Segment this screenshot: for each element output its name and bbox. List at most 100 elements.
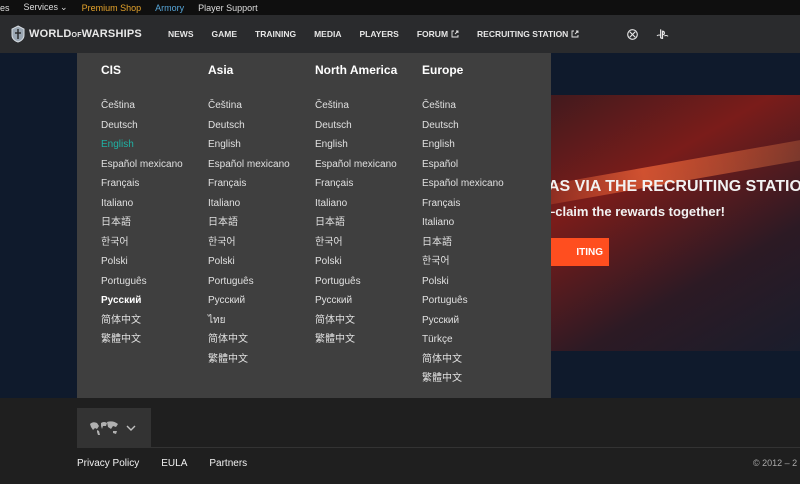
language-option[interactable]: 简体中文 [101,311,208,331]
language-option[interactable]: 简体中文 [208,330,315,350]
region-column-north-america: North America Čeština Deutsch English Españo… [315,62,422,350]
language-option[interactable]: English [208,135,315,155]
player-support-link[interactable]: Player Support [198,3,258,13]
language-option[interactable]: 日本語 [422,233,529,253]
region-heading: North America [315,63,398,77]
language-option[interactable]: Português [422,291,529,311]
region-heading: Asia [208,63,234,77]
language-region-dropdown: CIS Čeština Deutsch English Español mexicano… [77,53,551,408]
language-option[interactable]: Čeština [422,96,529,116]
world-map-icon [90,420,118,435]
language-option[interactable]: Français [315,174,422,194]
region-column-cis: CIS Čeština Deutsch English Español mexicano… [101,62,208,350]
language-option[interactable]: 繁體中文 [422,369,529,389]
language-option[interactable]: Deutsch [208,116,315,136]
games-menu[interactable]: es [0,3,10,13]
nav-item-label: TRAINING [255,29,297,39]
language-option[interactable]: Français [208,174,315,194]
language-option[interactable]: Português [315,272,422,292]
language-option[interactable]: Polski [422,272,529,292]
language-option[interactable]: Čeština [208,96,315,116]
language-option[interactable]: 한국어 [208,233,315,253]
language-option[interactable]: Deutsch [101,116,208,136]
chevron-down-icon: ⌄ [60,2,68,12]
language-option[interactable]: Español [422,155,529,175]
xbox-icon[interactable] [627,28,639,40]
language-option[interactable]: 简体中文 [315,311,422,331]
region-heading: Europe [422,63,464,77]
language-option[interactable]: Português [208,272,315,292]
language-option[interactable]: ไทย [208,311,315,331]
footer-link-privacy-policy[interactable]: Privacy Policy [77,458,139,469]
language-option[interactable]: Русский [101,291,208,311]
recruiting-button[interactable]: ITING [548,238,609,266]
language-option[interactable]: Türkçe [422,330,529,350]
language-option[interactable]: Italiano [422,213,529,233]
language-option[interactable]: Polski [208,252,315,272]
nav-item-forum[interactable]: FORUM [417,29,459,39]
language-option[interactable]: Português [101,272,208,292]
language-option[interactable]: Español mexicano [208,155,315,175]
nav-item-recruiting-station[interactable]: RECRUITING STATION [477,29,579,39]
nav-item-players[interactable]: PLAYERS [359,29,398,39]
language-option[interactable]: Čeština [101,96,208,116]
copyright: © 2012 – 2 [753,458,798,468]
nav-item-news[interactable]: NEWS [168,29,194,39]
footer-link-partners[interactable]: Partners [209,458,247,469]
language-option[interactable]: 한국어 [315,233,422,253]
language-option[interactable]: Русский [208,291,315,311]
language-option[interactable]: Español mexicano [315,155,422,175]
language-option[interactable]: 日本語 [101,213,208,233]
language-option[interactable]: 한국어 [422,252,529,272]
language-option[interactable]: Español mexicano [422,174,529,194]
logo-text: WORLDOFWARSHIPS [29,28,142,40]
nav-item-label: PLAYERS [359,29,399,39]
language-option[interactable]: Русский [315,291,422,311]
language-option[interactable]: Polski [101,252,208,272]
nav-item-media[interactable]: MEDIA [314,29,341,39]
language-option[interactable]: Italiano [315,194,422,214]
nav-item-label: MEDIA [314,29,342,39]
footer-divider [77,447,800,448]
language-option[interactable]: Deutsch [422,116,529,136]
region-column-europe: Europe Čeština Deutsch English Español Españo… [422,62,529,389]
chevron-down-icon [126,425,136,431]
language-option[interactable]: 繁體中文 [208,350,315,370]
external-link-icon [451,30,459,38]
language-option[interactable]: 简体中文 [422,350,529,370]
footer-links: Privacy Policy EULA Partners [77,458,269,469]
language-option[interactable]: Français [422,194,529,214]
language-option[interactable]: 繁體中文 [101,330,208,350]
services-menu[interactable]: Services ⌄ [24,2,68,13]
external-link-icon [571,30,579,38]
footer-link-eula[interactable]: EULA [161,458,187,469]
banner-subtitle: –claim the rewards together! [548,204,725,219]
language-option[interactable]: Español mexicano [101,155,208,175]
game-logo[interactable]: WORLDOFWARSHIPS [10,25,160,43]
top-utility-bar: es Services ⌄ Premium Shop Armory Player … [0,0,800,15]
language-option[interactable]: English [315,135,422,155]
main-nav: WORLDOFWARSHIPS NEWS GAME TRAINING MEDIA PLA… [0,15,800,53]
language-option[interactable]: Deutsch [315,116,422,136]
premium-shop-link[interactable]: Premium Shop [82,3,142,13]
language-option[interactable]: Italiano [101,194,208,214]
language-option[interactable]: Русский [422,311,529,331]
language-selector-toggle[interactable] [77,408,151,447]
language-option[interactable]: Français [101,174,208,194]
nav-item-label: RECRUITING STATION [477,29,569,39]
language-option[interactable]: 日本語 [208,213,315,233]
language-option[interactable]: Čeština [315,96,422,116]
language-option[interactable]: 日本語 [315,213,422,233]
language-option[interactable]: English [101,135,208,155]
armory-link[interactable]: Armory [155,3,184,13]
playstation-icon[interactable] [656,29,669,39]
language-option[interactable]: 한국어 [101,233,208,253]
language-option[interactable]: Italiano [208,194,315,214]
nav-item-game[interactable]: GAME [212,29,238,39]
platform-links [627,28,687,40]
nav-item-training[interactable]: TRAINING [255,29,296,39]
language-option[interactable]: English [422,135,529,155]
banner-title: AS VIA THE RECRUITING STATION [548,178,800,195]
language-option[interactable]: 繁體中文 [315,330,422,350]
language-option[interactable]: Polski [315,252,422,272]
